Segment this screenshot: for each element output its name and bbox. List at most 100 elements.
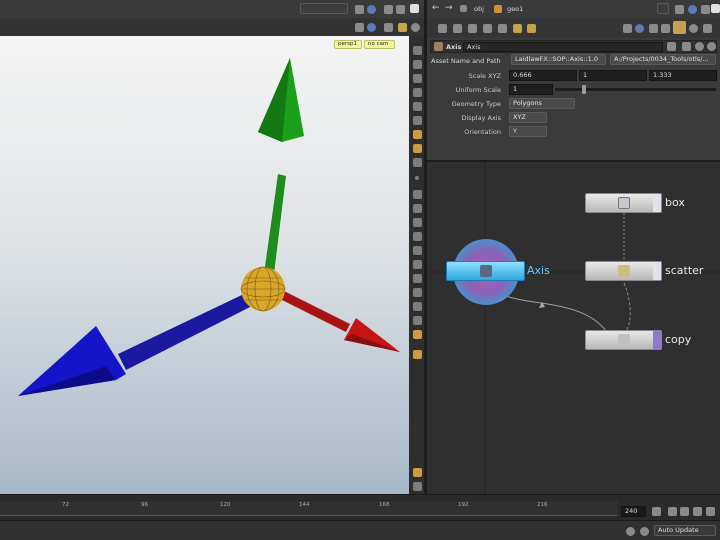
tool-select-icon[interactable] (413, 144, 422, 153)
hand-icon[interactable] (413, 232, 422, 241)
edit-icon[interactable] (682, 42, 691, 51)
help-icon[interactable] (707, 42, 716, 51)
box-node-label[interactable]: box (665, 196, 685, 209)
export-icon[interactable] (413, 482, 422, 491)
tool-icon-4[interactable] (483, 24, 492, 33)
copy-node-label[interactable]: copy (665, 333, 691, 346)
zoom-icon[interactable] (652, 507, 661, 516)
globe-icon[interactable] (688, 5, 697, 14)
help-icon[interactable] (689, 24, 698, 33)
copy-node[interactable] (585, 330, 662, 350)
render-icon[interactable] (413, 330, 422, 339)
uniform-field[interactable]: 1 (509, 84, 553, 95)
audio-icon[interactable] (680, 507, 689, 516)
tool-icon-2[interactable] (453, 24, 462, 33)
pivot-icon[interactable] (413, 288, 422, 297)
path-geo[interactable]: geo1 (507, 5, 523, 13)
scatter-node-label[interactable]: scatter (665, 264, 703, 277)
end-frame-field[interactable]: 240 (621, 506, 646, 517)
lock-icon[interactable] (413, 46, 422, 55)
path-obj[interactable]: obj (474, 5, 484, 13)
pin-icon[interactable] (355, 5, 364, 14)
number-icon[interactable] (413, 218, 422, 227)
tools-icon[interactable] (398, 23, 407, 32)
points-icon[interactable] (413, 158, 422, 167)
update-mode-menu[interactable]: Auto Update (654, 525, 716, 536)
text-icon[interactable] (413, 316, 422, 325)
timeline-bar[interactable]: 240 (0, 494, 720, 520)
network-grid (427, 162, 720, 494)
scale-z-field[interactable]: 1.333 (649, 70, 717, 81)
tool-icon-3[interactable] (468, 24, 477, 33)
refresh-icon[interactable] (640, 527, 649, 536)
grid-orange-icon[interactable] (413, 468, 422, 477)
gear-icon[interactable] (667, 42, 676, 51)
maximize-icon[interactable] (410, 4, 419, 13)
pin-icon[interactable] (623, 24, 632, 33)
display-flag[interactable] (653, 331, 661, 349)
list-icon[interactable] (649, 24, 658, 33)
split-icon[interactable] (396, 5, 405, 14)
dot-icon[interactable] (415, 176, 419, 180)
asset-path-menu[interactable]: A:/Projects/0034_Tools/otls/... (610, 54, 716, 65)
globe-icon[interactable] (635, 24, 644, 33)
tool-icon-7[interactable] (527, 24, 536, 33)
scatter-node[interactable] (585, 261, 662, 281)
axis-node[interactable] (446, 261, 525, 281)
scale-x-field[interactable]: 0.666 (509, 70, 577, 81)
scale-y-field[interactable]: 1 (579, 70, 647, 81)
brush-icon[interactable] (413, 246, 422, 255)
node-name-field[interactable]: Axis (463, 42, 663, 52)
end-frame: 240 (625, 507, 638, 515)
orientation-menu[interactable]: Y (509, 126, 547, 137)
info-icon[interactable] (695, 42, 704, 51)
uniform-slider[interactable] (555, 88, 716, 91)
help-icon[interactable] (411, 23, 420, 32)
asset-name-menu[interactable]: LaidlawFX::SOP::Axis::1.0 (511, 54, 606, 65)
back-icon[interactable]: ← (432, 3, 440, 13)
maximize-icon[interactable] (711, 4, 720, 13)
layout-icon[interactable] (701, 5, 710, 14)
cube-icon[interactable] (413, 302, 422, 311)
tool-icon-6[interactable] (513, 24, 522, 33)
display-axis-menu[interactable]: XYZ (509, 112, 547, 123)
shading-icon[interactable] (413, 74, 422, 83)
settings-icon[interactable] (703, 24, 712, 33)
tool-icon-1[interactable] (438, 24, 447, 33)
light-icon[interactable] (413, 102, 422, 111)
layout-icon[interactable] (384, 5, 393, 14)
node-header: Axis Axis (430, 40, 717, 53)
pin-icon[interactable] (355, 23, 364, 32)
pin-icon[interactable] (675, 5, 684, 14)
transform-icon[interactable] (413, 204, 422, 213)
globe-icon[interactable] (367, 5, 376, 14)
playback-icon[interactable] (693, 507, 702, 516)
display-icon[interactable] (413, 88, 422, 97)
view-options-icon[interactable] (384, 23, 393, 32)
forward-icon[interactable]: → (445, 3, 453, 13)
uniform-slider-handle[interactable] (581, 85, 586, 94)
highlighted-tool-icon[interactable] (673, 21, 686, 34)
globe-icon[interactable] (367, 23, 376, 32)
path-dropdown[interactable] (657, 3, 669, 14)
frame-icon[interactable] (413, 274, 422, 283)
geotype-menu[interactable]: Polygons (509, 98, 575, 109)
tool-icon-5[interactable] (498, 24, 507, 33)
pin-orange-icon[interactable] (413, 350, 422, 359)
axis-node-label[interactable]: Axis (527, 264, 550, 277)
network-editor[interactable]: Axis box scatter copy (427, 162, 720, 494)
tool-orange-icon[interactable] (413, 130, 422, 139)
bounds-icon[interactable] (413, 260, 422, 269)
settings-icon[interactable] (706, 507, 715, 516)
grid-icon[interactable] (661, 24, 670, 33)
key-icon[interactable] (668, 507, 677, 516)
sync-icon[interactable] (626, 527, 635, 536)
scene-viewport[interactable]: persp1 no cam (0, 36, 409, 494)
edge-icon[interactable] (413, 190, 422, 199)
snap-icon[interactable] (413, 116, 422, 125)
display-flag[interactable] (653, 262, 661, 280)
viewport-menu-dropdown[interactable] (300, 3, 348, 14)
camera-icon[interactable] (413, 60, 422, 69)
box-node[interactable] (585, 193, 662, 213)
display-flag[interactable] (653, 194, 661, 212)
